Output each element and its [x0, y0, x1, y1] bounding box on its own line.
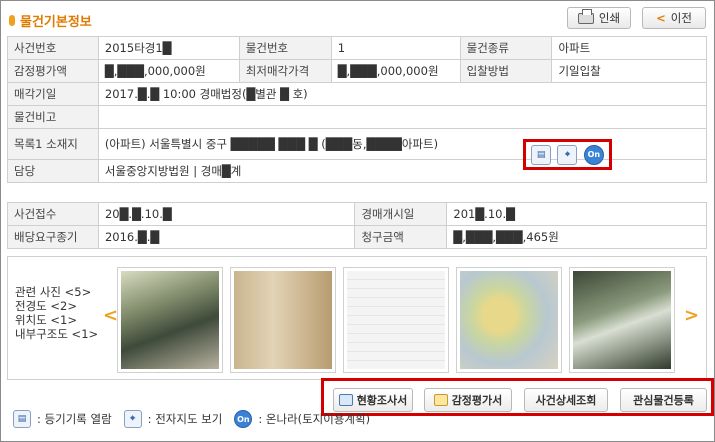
legend-registry: : 등기기록 열람 — [37, 412, 112, 426]
item-type-label: 물건종류 — [459, 36, 553, 60]
case-no-label: 사건번호 — [7, 36, 99, 60]
item-no-label: 물건번호 — [238, 36, 332, 60]
bid-method-label: 입찰방법 — [459, 59, 553, 83]
case-detail-label: 사건상세조회 — [535, 394, 597, 407]
sale-date-value: 2017.█.█ 10:00 경매법정(█별관 █ 호) — [97, 82, 708, 106]
back-label: 이전 — [670, 11, 692, 25]
onnara-icon[interactable]: On — [583, 144, 604, 165]
pencil-icon — [433, 394, 448, 406]
received-label: 사건접수 — [7, 202, 99, 226]
watchlist-button[interactable]: 관심물건등록 — [620, 388, 707, 412]
status-report-button[interactable]: 현황조사서 — [333, 388, 413, 412]
appraisal-label: 감정평가액 — [7, 59, 99, 83]
manager-value: 서울중앙지방법원 | 경매█계 — [97, 159, 708, 183]
appraisal-report-button[interactable]: 감정평가서 — [424, 388, 512, 412]
watchlist-label: 관심물건등록 — [633, 394, 694, 407]
interior-photo — [234, 271, 332, 369]
received-value: 20█.█.10.█ — [97, 202, 356, 226]
min-price-label: 최저매각가격 — [238, 59, 332, 83]
map-photo — [460, 271, 558, 369]
note-label: 물건비고 — [7, 105, 99, 129]
floorplan-photo — [347, 271, 445, 369]
document-icon — [338, 394, 353, 406]
item-no-value: 1 — [330, 36, 461, 60]
photo-thumbnail[interactable] — [117, 267, 223, 373]
manager-label: 담당 — [7, 159, 99, 183]
photo-thumbnail[interactable] — [456, 267, 562, 373]
chevron-right-icon[interactable]: > — [684, 305, 699, 326]
title-bullet-icon — [9, 15, 15, 26]
status-report-label: 현황조사서 — [356, 394, 408, 407]
photo-thumbnail[interactable] — [230, 267, 336, 373]
photo-thumbnail[interactable] — [569, 267, 675, 373]
sale-date-label: 매각기일 — [7, 82, 99, 106]
appraisal-value: █,███,000,000원 — [97, 59, 240, 83]
deadline-value: 2016.█.█ — [97, 225, 356, 249]
legend-onnara: : 온나라(토지이용계획) — [258, 412, 371, 426]
chevron-left-icon[interactable]: < — [103, 305, 118, 326]
registry-view-icon[interactable]: ▤ — [531, 144, 552, 165]
electronic-map-icon: ⌖ — [123, 410, 142, 428]
photo-category-floorplan[interactable]: 내부구조도 <1> — [15, 327, 99, 341]
icon-legend: ▤ : 등기기록 열람 ⌖ : 전자지도 보기 On : 온나라(토지이용계획) — [13, 410, 370, 428]
photo-category-location[interactable]: 위치도 <1> — [15, 313, 99, 327]
page-title-text: 물건기본정보 — [20, 15, 92, 30]
page-title: 물건기본정보 — [9, 11, 92, 30]
case-no-value: 2015타경1█ — [97, 36, 240, 60]
chevron-left-icon: < — [656, 11, 666, 25]
item-type-value: 아파트 — [551, 36, 707, 60]
aerial-photo — [573, 271, 671, 369]
photo-category-exterior[interactable]: 전경도 <2> — [15, 299, 99, 313]
deadline-label: 배당요구종기 — [7, 225, 99, 249]
appraisal-report-label: 감정평가서 — [451, 394, 503, 407]
action-buttons-highlight: 현황조사서 감정평가서 사건상세조회 관심물건등록 — [321, 378, 714, 416]
back-button[interactable]: < 이전 — [642, 7, 706, 29]
bid-method-value: 기일입찰 — [551, 59, 707, 83]
photo-panel: 관련 사진 <5> 전경도 <2> 위치도 <1> 내부구조도 <1> < > — [7, 256, 707, 380]
photo-thumbnail[interactable] — [343, 267, 449, 373]
electronic-map-icon[interactable]: ⌖ — [557, 144, 578, 165]
note-value — [97, 105, 708, 129]
location-label: 목록1 소재지 — [7, 128, 99, 160]
claim-label: 청구금액 — [354, 225, 448, 249]
registry-view-icon: ▤ — [13, 410, 31, 428]
printer-icon — [577, 8, 594, 24]
start-value: 201█.10.█ — [446, 202, 707, 226]
onnara-icon: On — [234, 410, 253, 428]
case-info-table: 사건접수 20█.█.10.█ 경매개시일 201█.10.█ 배당요구종기 2… — [7, 202, 707, 249]
photo-category-related[interactable]: 관련 사진 <5> — [15, 285, 99, 299]
claim-value: █,███,███,465원 — [446, 225, 707, 249]
case-detail-button[interactable]: 사건상세조회 — [524, 388, 608, 412]
print-button[interactable]: 인쇄 — [567, 7, 631, 29]
location-value: (아파트) 서울특별시 중구 █████ ███ █ (███동,████아파트… — [97, 128, 708, 160]
building-photo — [121, 271, 219, 369]
min-price-value: █,███,000,000원 — [330, 59, 461, 83]
start-label: 경매개시일 — [354, 202, 448, 226]
photo-category-list: 관련 사진 <5> 전경도 <2> 위치도 <1> 내부구조도 <1> — [15, 285, 99, 341]
legend-map: : 전자지도 보기 — [147, 412, 223, 426]
location-tools-highlight: ▤ ⌖ On — [523, 139, 612, 170]
print-label: 인쇄 — [598, 11, 621, 25]
header-bar: 물건기본정보 인쇄 < 이전 — [1, 1, 714, 35]
